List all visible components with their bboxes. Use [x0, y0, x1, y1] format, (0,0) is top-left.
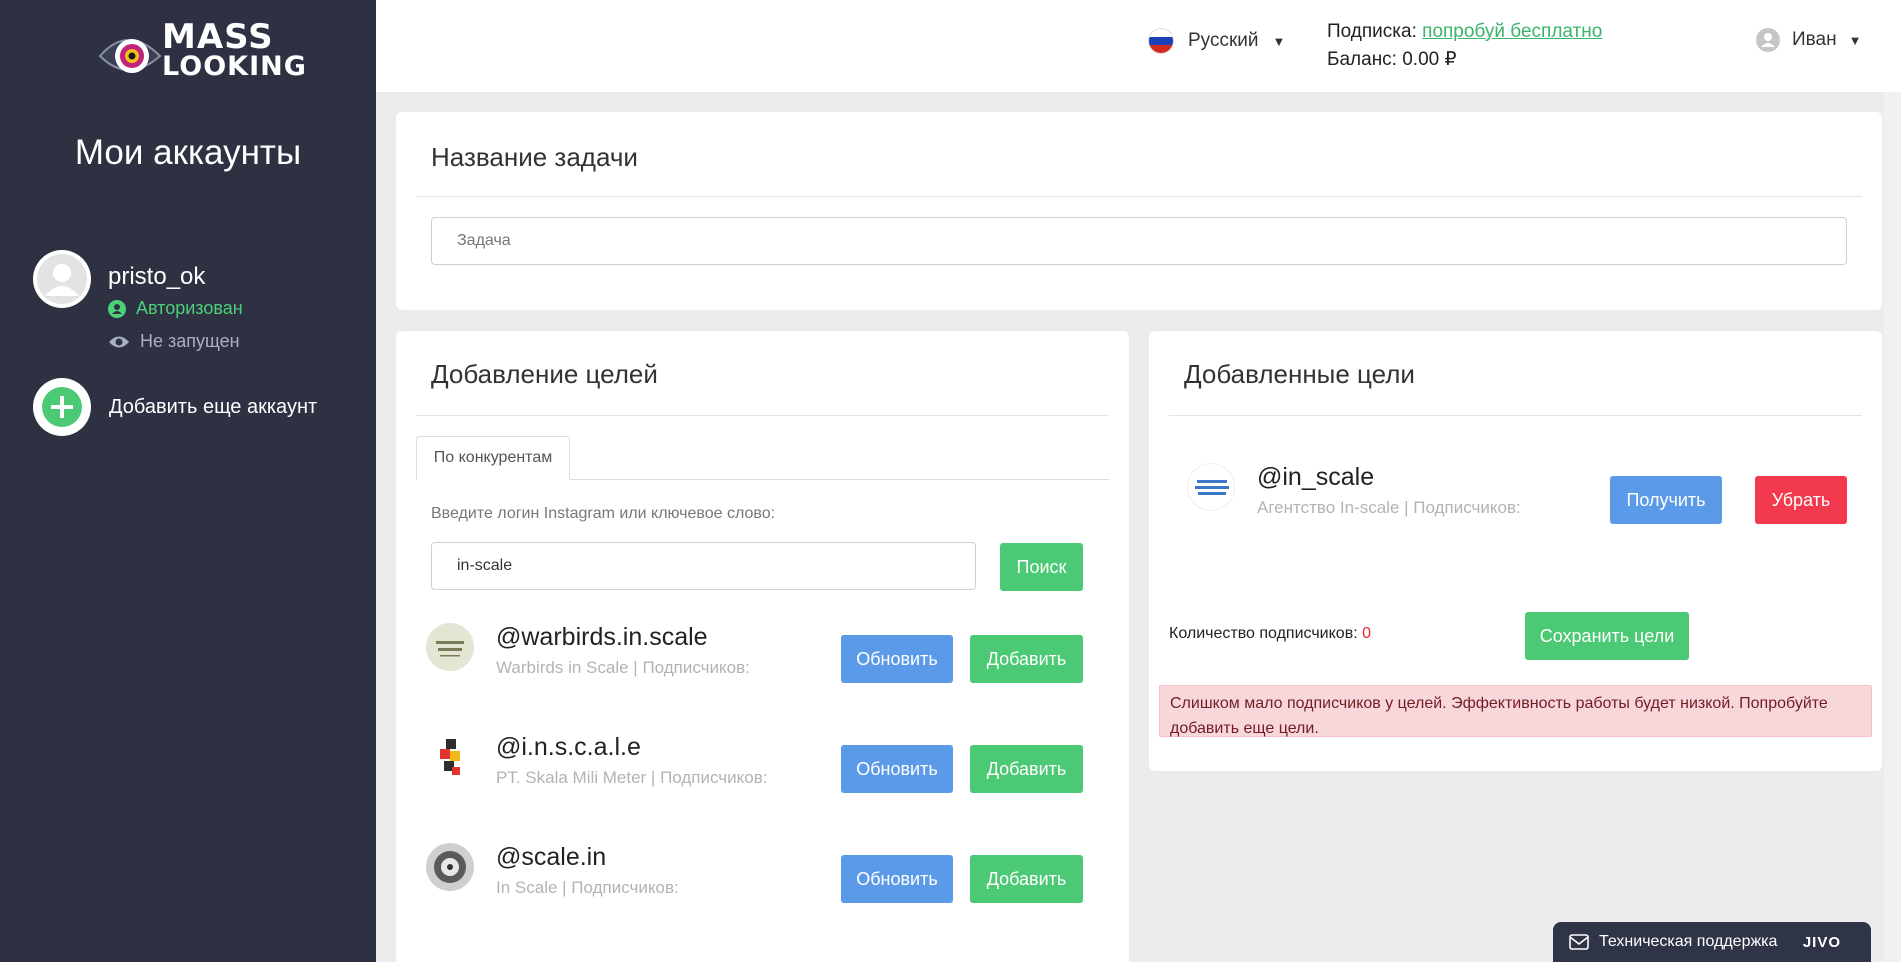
- caret-down-icon: ▼: [1272, 33, 1286, 49]
- result-row-2: @i.n.s.c.a.l.e PT. Skala Mili Meter | По…: [396, 733, 1129, 823]
- result-handle-2[interactable]: @i.n.s.c.a.l.e: [496, 733, 641, 762]
- divider: [1169, 415, 1862, 416]
- remove-button[interactable]: Убрать: [1755, 476, 1847, 524]
- account-avatar[interactable]: [33, 250, 91, 308]
- logo-text-looking: LOOKING: [162, 51, 307, 82]
- account-run-status: Не запущен: [108, 331, 240, 352]
- eye-icon: [109, 336, 129, 347]
- user-circle-icon: [108, 299, 126, 318]
- result-row-3: @scale.in In Scale | Подписчиков: Обнови…: [396, 843, 1129, 933]
- account-auth-status: Авторизован: [108, 298, 243, 319]
- add-button-2[interactable]: Добавить: [970, 745, 1083, 793]
- task-name-input[interactable]: [431, 217, 1847, 265]
- support-label: Техническая поддержка: [1599, 933, 1778, 950]
- divider: [416, 415, 1109, 416]
- result-avatar-1[interactable]: [426, 623, 474, 671]
- task-title: Название задачи: [431, 142, 638, 172]
- update-button-2[interactable]: Обновить: [841, 745, 953, 793]
- add-targets-title: Добавление целей: [431, 359, 658, 389]
- tab-competitors-label: По конкурентам: [433, 449, 553, 466]
- jivo-brand: JIVO: [1802, 933, 1841, 951]
- run-status-text: Не запущен: [140, 331, 240, 351]
- top-header: Русский ▼ Подписка: попробуй бесплатно Б…: [376, 0, 1901, 92]
- balance-text: Баланс: 0.00 ₽: [1327, 49, 1457, 70]
- save-targets-button[interactable]: Сохранить цели: [1525, 612, 1689, 660]
- search-input[interactable]: in-scale: [431, 542, 976, 590]
- try-free-link[interactable]: попробуй бесплатно: [1422, 21, 1602, 42]
- update-button-3[interactable]: Обновить: [841, 855, 953, 903]
- subscription-info: Подписка: попробуй бесплатно Баланс: 0.0…: [1327, 18, 1602, 74]
- task-panel: Название задачи: [396, 112, 1882, 310]
- page-scrollbar[interactable]: [1884, 92, 1901, 962]
- result-desc-1: Warbirds in Scale | Подписчиков:: [496, 658, 750, 677]
- added-targets-title: Добавленные цели: [1184, 359, 1415, 389]
- warning-alert: Слишком мало подписчиков у целей. Эффект…: [1159, 685, 1872, 737]
- subscription-label: Подписка:: [1327, 21, 1417, 42]
- result-handle-1[interactable]: @warbirds.in.scale: [496, 623, 708, 652]
- language-label: Русский: [1188, 30, 1259, 51]
- search-prompt: Введите логин Instagram или ключевое сло…: [431, 505, 776, 522]
- user-name: Иван: [1792, 29, 1837, 50]
- add-circle: [33, 378, 91, 436]
- result-avatar-3[interactable]: [426, 843, 474, 891]
- search-button[interactable]: Поиск: [1000, 543, 1083, 591]
- result-avatar-2[interactable]: [426, 733, 474, 781]
- warbirds-logo-icon: [426, 623, 474, 671]
- added-target-handle[interactable]: @in_scale: [1257, 463, 1374, 492]
- added-target-row: @in_scale Агентство In-scale | Подписчик…: [1149, 463, 1882, 553]
- divider: [416, 196, 1862, 197]
- result-desc-2: PT. Skala Mili Meter | Подписчиков:: [496, 768, 768, 787]
- language-selector[interactable]: Русский ▼: [1148, 28, 1285, 54]
- followers-label: Количество подписчиков:: [1169, 625, 1358, 642]
- user-menu[interactable]: Иван ▼: [1756, 28, 1861, 52]
- add-targets-panel: Добавление целей По конкурентам Введите …: [396, 331, 1129, 962]
- added-targets-panel: Добавленные цели @in_scale Агентство In-…: [1149, 331, 1882, 771]
- eye-logo-icon: [98, 39, 162, 73]
- result-desc-3: In Scale | Подписчиков:: [496, 878, 679, 897]
- added-target-desc: Агентство In-scale | Подписчиков:: [1257, 498, 1521, 517]
- blocks-logo-icon: [440, 739, 460, 775]
- account-name[interactable]: pristo_ok: [108, 263, 205, 291]
- sidebar-title: Мои аккаунты: [74, 133, 302, 172]
- in-scale-logo-icon: [1195, 480, 1229, 495]
- plus-icon: [42, 387, 82, 427]
- envelope-icon: [1569, 934, 1589, 950]
- update-button-1[interactable]: Обновить: [841, 635, 953, 683]
- add-account-label: Добавить еще аккаунт: [109, 395, 318, 418]
- result-row-1: @warbirds.in.scale Warbirds in Scale | П…: [396, 623, 1129, 713]
- followers-count: 0: [1362, 625, 1371, 642]
- user-placeholder-icon: [37, 254, 87, 304]
- auth-status-text: Авторизован: [136, 298, 243, 318]
- sidebar: MASS LOOKING Мои аккаунты pristo_ok Авто…: [0, 0, 376, 962]
- added-target-avatar[interactable]: [1187, 463, 1235, 511]
- add-button-1[interactable]: Добавить: [970, 635, 1083, 683]
- russia-flag-icon: [1148, 28, 1174, 54]
- add-account-button[interactable]: Добавить еще аккаунт: [33, 378, 317, 436]
- support-chat-widget[interactable]: Техническая поддержка JIVO: [1553, 922, 1871, 962]
- result-handle-3[interactable]: @scale.in: [496, 843, 606, 872]
- followers-count-line: Количество подписчиков: 0: [1169, 625, 1371, 643]
- disc-logo-icon: [426, 843, 474, 891]
- get-button[interactable]: Получить: [1610, 476, 1722, 524]
- caret-down-icon: ▼: [1848, 32, 1862, 48]
- tab-competitors[interactable]: По конкурентам: [416, 436, 570, 480]
- add-button-3[interactable]: Добавить: [970, 855, 1083, 903]
- logo[interactable]: MASS LOOKING: [98, 18, 306, 82]
- user-avatar-icon: [1756, 28, 1780, 52]
